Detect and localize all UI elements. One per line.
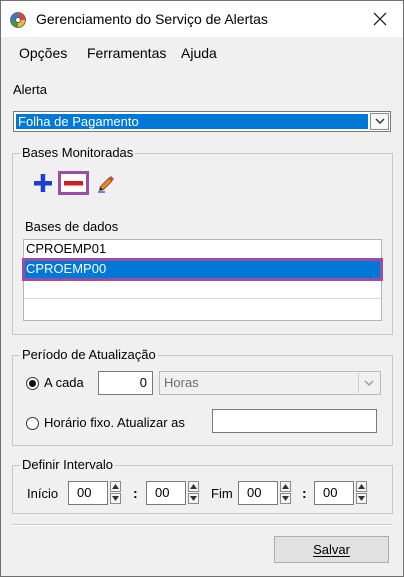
stepper-down-button[interactable]	[110, 493, 121, 504]
alerta-label: Alerta	[13, 82, 47, 97]
menu-bar: Opções Ferramentas Ajuda	[1, 39, 403, 65]
menu-ajuda[interactable]: Ajuda	[181, 45, 217, 61]
list-item[interactable]: CPROEMP01	[24, 240, 381, 259]
footer-divider	[12, 524, 392, 526]
close-button[interactable]	[357, 1, 403, 37]
intervalo-group-title: Definir Intervalo	[20, 457, 116, 472]
fim-minute-input[interactable]: 00	[314, 481, 354, 505]
inicio-minute-stepper[interactable]	[188, 481, 199, 505]
close-icon	[373, 12, 387, 26]
a-cada-label: A cada	[44, 375, 84, 390]
list-item-selected[interactable]: CPROEMP00	[22, 258, 383, 281]
alerts-window: Gerenciamento do Serviço de Alertas Opçõ…	[0, 0, 404, 577]
arrow-down-icon	[282, 496, 289, 501]
time-separator: :	[302, 485, 307, 501]
edit-base-button[interactable]	[96, 173, 116, 193]
alerta-dropdown-button[interactable]	[370, 113, 389, 130]
stepper-up-button[interactable]	[280, 481, 291, 492]
stepper-up-button[interactable]	[356, 481, 367, 492]
list-item[interactable]	[24, 280, 381, 299]
inicio-hour-input[interactable]: 00	[68, 481, 108, 505]
a-cada-radio[interactable]	[26, 377, 39, 390]
list-item[interactable]	[24, 299, 381, 318]
remove-base-button[interactable]	[58, 171, 89, 195]
bases-group-title: Bases Monitoradas	[20, 145, 136, 160]
arrow-down-icon	[358, 496, 365, 501]
plus-icon	[34, 174, 52, 192]
horario-fixo-label: Horário fixo. Atualizar as	[44, 415, 185, 430]
unit-select[interactable]: Horas	[159, 371, 381, 395]
stepper-down-button[interactable]	[188, 493, 199, 504]
app-logo-icon	[10, 12, 26, 28]
inicio-minute-input[interactable]: 00	[146, 481, 186, 505]
stepper-up-button[interactable]	[110, 481, 121, 492]
alerta-select[interactable]: Folha de Pagamento	[13, 111, 391, 132]
menu-opcoes[interactable]: Opções	[19, 45, 67, 61]
time-separator: :	[133, 485, 138, 501]
chevron-down-icon	[375, 118, 384, 124]
unit-dropdown-button[interactable]	[358, 373, 379, 393]
periodo-group-title: Período de Atualização	[20, 347, 158, 362]
arrow-up-icon	[112, 484, 119, 489]
fim-hour-stepper[interactable]	[280, 481, 291, 505]
interval-input[interactable]: 0	[98, 371, 153, 395]
horario-fixo-radio[interactable]	[26, 417, 39, 430]
inicio-label: Início	[27, 486, 59, 501]
fim-label: Fim	[211, 486, 233, 501]
pencil-icon	[98, 176, 114, 193]
bases-list[interactable]: CPROEMP01 CPROEMP00	[22, 239, 383, 321]
save-button[interactable]: Salvar	[274, 536, 389, 563]
add-base-button[interactable]	[33, 173, 53, 193]
title-bar: Gerenciamento do Serviço de Alertas	[1, 1, 403, 37]
unit-selected-value: Horas	[164, 375, 199, 390]
fim-minute-stepper[interactable]	[356, 481, 367, 505]
stepper-down-button[interactable]	[280, 493, 291, 504]
arrow-down-icon	[112, 496, 119, 501]
save-button-label: Salvar	[313, 542, 350, 557]
stepper-up-button[interactable]	[188, 481, 199, 492]
menu-ferramentas[interactable]: Ferramentas	[87, 45, 166, 61]
horario-fixo-input[interactable]	[212, 409, 377, 433]
fim-hour-input[interactable]: 00	[238, 481, 278, 505]
alerta-selected-value: Folha de Pagamento	[16, 114, 368, 129]
stepper-down-button[interactable]	[356, 493, 367, 504]
arrow-down-icon	[190, 496, 197, 501]
chevron-down-icon	[364, 380, 374, 386]
minus-icon	[64, 181, 83, 186]
arrow-up-icon	[358, 484, 365, 489]
window-title: Gerenciamento do Serviço de Alertas	[36, 11, 268, 27]
bases-list-header: Bases de dados	[25, 219, 119, 234]
arrow-up-icon	[282, 484, 289, 489]
inicio-hour-stepper[interactable]	[110, 481, 121, 505]
arrow-up-icon	[190, 484, 197, 489]
